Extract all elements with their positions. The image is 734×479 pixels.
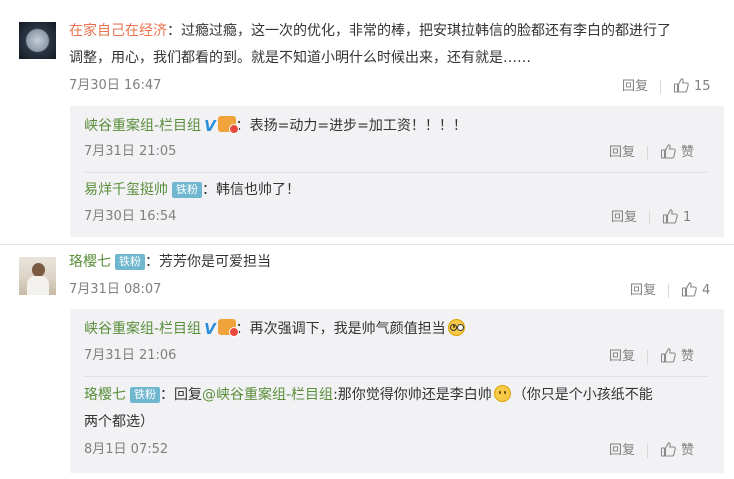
reply-timestamp: 7月30日 16:54 [84,209,177,224]
reply-text: :那你觉得你帅还是李白帅 [333,387,492,403]
glasses-emoji-icon [447,319,465,336]
reply-actions: 回复 1 [611,208,691,227]
reply-actions: 回复 赞 [609,347,694,366]
like-button[interactable]: 1 [662,208,692,225]
verified-v-icon: V [204,320,216,338]
fan-badge: 铁粉 [130,387,160,403]
reply-text: ：再次强调下，我是帅气颜值担当 [235,321,446,337]
reply-timestamp: 7月31日 21:06 [84,348,177,363]
comment-actions: 回复 15 [622,77,711,96]
thumbs-up-icon [673,77,689,93]
like-label: 赞 [681,443,695,458]
reply-actions: 回复 赞 [609,441,694,460]
reply-button[interactable]: 回复 [609,145,635,160]
comment-username[interactable]: 在家自己在经济 [69,23,167,39]
fan-badge: 铁粉 [115,254,145,270]
like-button[interactable]: 4 [681,281,711,298]
reply-divider [84,172,708,173]
reply-button[interactable]: 回复 [611,210,637,225]
thumbs-up-icon [662,208,678,224]
reply-item: 峡谷重案组-栏目组 V ：再次强调下，我是帅气颜值担当 [84,318,467,340]
reply-text: （你只是个小孩纸不能 [512,387,653,403]
like-label: 赞 [681,349,695,364]
reply-button[interactable]: 回复 [622,79,648,94]
comment-body: 在家自己在经济：过瘾过瘾，这一次的优化，非常的棒，把安琪拉韩信的脸都还有李白的都… [69,20,671,42]
comment-divider [0,244,734,245]
comment-actions: 回复 4 [630,281,710,300]
like-count: 15 [694,79,711,94]
comment-body: 珞樱七 铁粉 ：芳芳你是可爱担当 [69,251,271,273]
reply-text: ：回复 [160,387,202,403]
reply-username[interactable]: 峡谷重案组-栏目组 [84,118,201,134]
reply-button[interactable]: 回复 [609,349,635,364]
reply-username[interactable]: 峡谷重案组-栏目组 [84,321,201,337]
reply-button[interactable]: 回复 [630,283,656,298]
reply-timestamp: 8月1日 07:52 [84,442,169,457]
like-button[interactable]: 赞 [660,441,695,458]
reply-timestamp: 7月31日 21:05 [84,144,177,159]
member-badge-icon [217,319,239,337]
reply-item: 峡谷重案组-栏目组 V ：表扬=动力=进步=加工资！！！！ [84,115,467,137]
like-label: 赞 [681,145,695,160]
like-count: 1 [683,210,692,225]
member-badge-icon [217,116,239,134]
thumbs-up-icon [660,143,676,159]
thumbs-up-icon [660,347,676,363]
comment-text: ：芳芳你是可爱担当 [145,254,271,270]
reply-button[interactable]: 回复 [609,443,635,458]
like-button[interactable]: 赞 [660,347,695,364]
mention-link[interactable]: @峡谷重案组-栏目组 [202,387,333,403]
thinking-emoji-icon [493,385,511,402]
comment-timestamp: 7月31日 08:07 [69,282,162,297]
reply-item: 易烊千玺挺帅 铁粉 ：韩信也帅了！ [84,179,300,201]
like-button[interactable]: 赞 [660,143,695,160]
thumbs-up-icon [660,441,676,457]
reply-text-cont: 两个都选） [84,414,154,430]
reply-actions: 回复 赞 [609,143,694,162]
fan-badge: 铁粉 [172,182,202,198]
avatar[interactable] [19,257,56,295]
reply-text: ：韩信也帅了！ [202,182,300,198]
reply-username[interactable]: 珞樱七 [84,387,126,403]
like-count: 4 [702,283,711,298]
comment-timestamp: 7月30日 16:47 [69,78,162,93]
thumbs-up-icon [681,281,697,297]
reply-divider [84,376,708,377]
reply-text: ：表扬=动力=进步=加工资！！！！ [235,118,467,134]
verified-v-icon: V [204,117,216,135]
avatar[interactable] [19,22,56,59]
like-button[interactable]: 15 [673,77,711,94]
comment-text: ：过瘾过瘾，这一次的优化，非常的棒，把安琪拉韩信的脸都还有李白的都进行了 [167,23,671,39]
reply-item: 珞樱七 铁粉 ：回复@峡谷重案组-栏目组:那你觉得你帅还是李白帅 （你只是个小孩纸不能 [84,384,653,406]
reply-username[interactable]: 易烊千玺挺帅 [84,182,168,198]
comment-text-cont: 调整，用心，我们都看的到。就是不知道小明什么时候出来，还有就是…… [69,50,531,66]
comment-username[interactable]: 珞樱七 [69,254,111,270]
